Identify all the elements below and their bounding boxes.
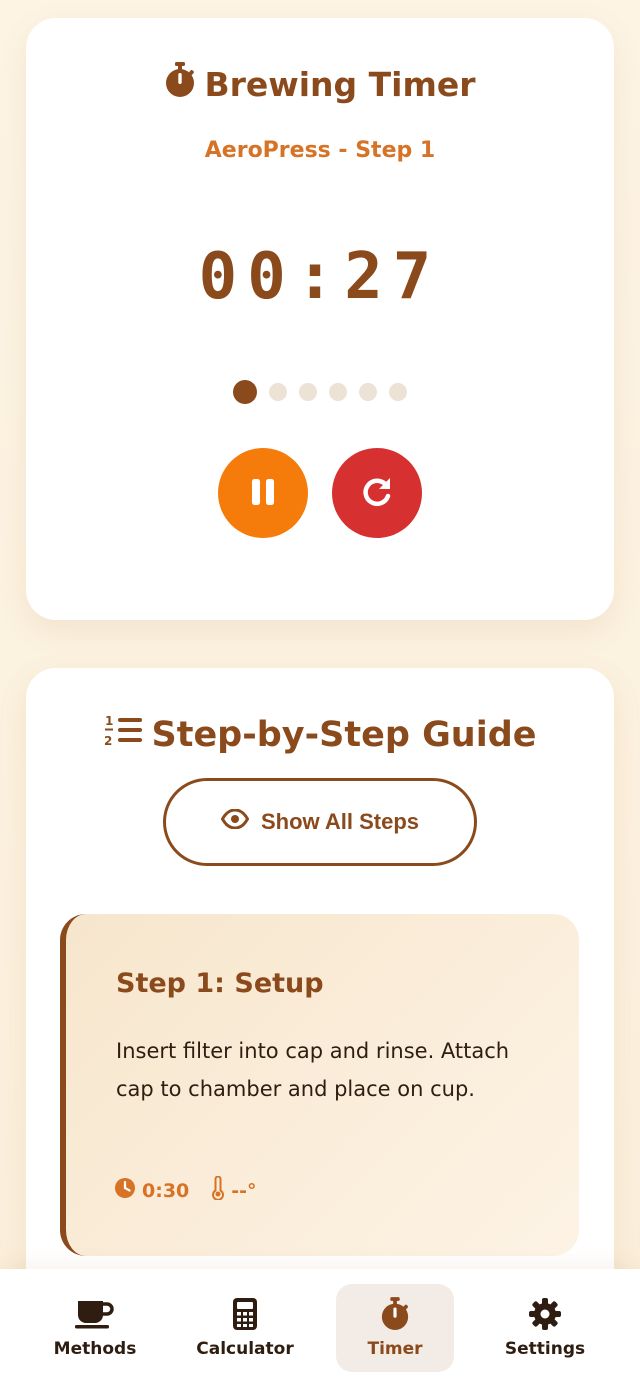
nav-item-calculator[interactable]: Calculator (186, 1284, 304, 1372)
nav-label-methods: Methods (53, 1339, 137, 1359)
redo-icon (359, 474, 395, 513)
step-dot (269, 383, 287, 401)
guide-card: 1 2 Step-by-Step Guide Show All Steps St… (26, 668, 614, 1308)
reset-button[interactable] (332, 448, 422, 538)
step-title: Step 1: Setup (116, 968, 324, 999)
show-all-steps-button[interactable]: Show All Steps (163, 778, 477, 866)
guide-heading: 1 2 Step-by-Step Guide (26, 712, 614, 757)
step-temperature-value: --° (231, 1179, 257, 1202)
app-root: Brewing Timer AeroPress - Step 1 00:27 1… (0, 0, 640, 1387)
coffee-mug-icon (75, 1297, 115, 1331)
thermometer-icon (211, 1175, 225, 1205)
method-step-subtitle: AeroPress - Step 1 (204, 138, 436, 163)
step-dot (359, 383, 377, 401)
nav-item-timer[interactable]: Timer (336, 1284, 454, 1372)
show-all-steps-label: Show All Steps (260, 809, 420, 834)
step-duration-value: 0:30 (142, 1179, 190, 1202)
step-meta: 0:30 --° (114, 1175, 257, 1205)
step-temperature: --° (211, 1175, 257, 1205)
svg-text:2: 2 (104, 734, 112, 748)
gear-icon (529, 1297, 561, 1331)
step-dot (389, 383, 407, 401)
ordered-list-icon: 1 2 (104, 712, 144, 757)
pause-icon (250, 478, 276, 509)
pause-button[interactable] (218, 448, 308, 538)
timer-card: Brewing Timer AeroPress - Step 1 00:27 (26, 18, 614, 620)
step-dot (299, 383, 317, 401)
guide-title: Step-by-Step Guide (151, 714, 537, 755)
step-card: Step 1: Setup Insert filter into cap and… (60, 914, 579, 1256)
countdown-display: 00:27 (198, 240, 442, 314)
svg-text:1: 1 (105, 714, 113, 728)
timer-title: Brewing Timer (204, 64, 476, 104)
nav-label-timer: Timer (367, 1339, 423, 1359)
nav-label-settings: Settings (504, 1339, 586, 1359)
step-progress-dots (26, 380, 614, 404)
step-description: Insert filter into cap and rinse. Attach… (116, 1039, 510, 1101)
step-dot (233, 380, 257, 404)
bottom-nav: Methods Calculator Timer Settings (0, 1269, 640, 1387)
timer-heading: Brewing Timer (26, 62, 614, 106)
nav-item-methods[interactable]: Methods (36, 1284, 154, 1372)
stopwatch-icon (164, 62, 196, 106)
eye-icon (220, 808, 250, 835)
stopwatch-icon (380, 1297, 410, 1331)
step-duration: 0:30 (114, 1177, 189, 1204)
clock-icon (114, 1177, 136, 1204)
timer-controls (26, 448, 614, 538)
nav-item-settings[interactable]: Settings (486, 1284, 604, 1372)
nav-label-calculator: Calculator (196, 1339, 294, 1359)
calculator-icon (233, 1297, 257, 1331)
step-dot (329, 383, 347, 401)
